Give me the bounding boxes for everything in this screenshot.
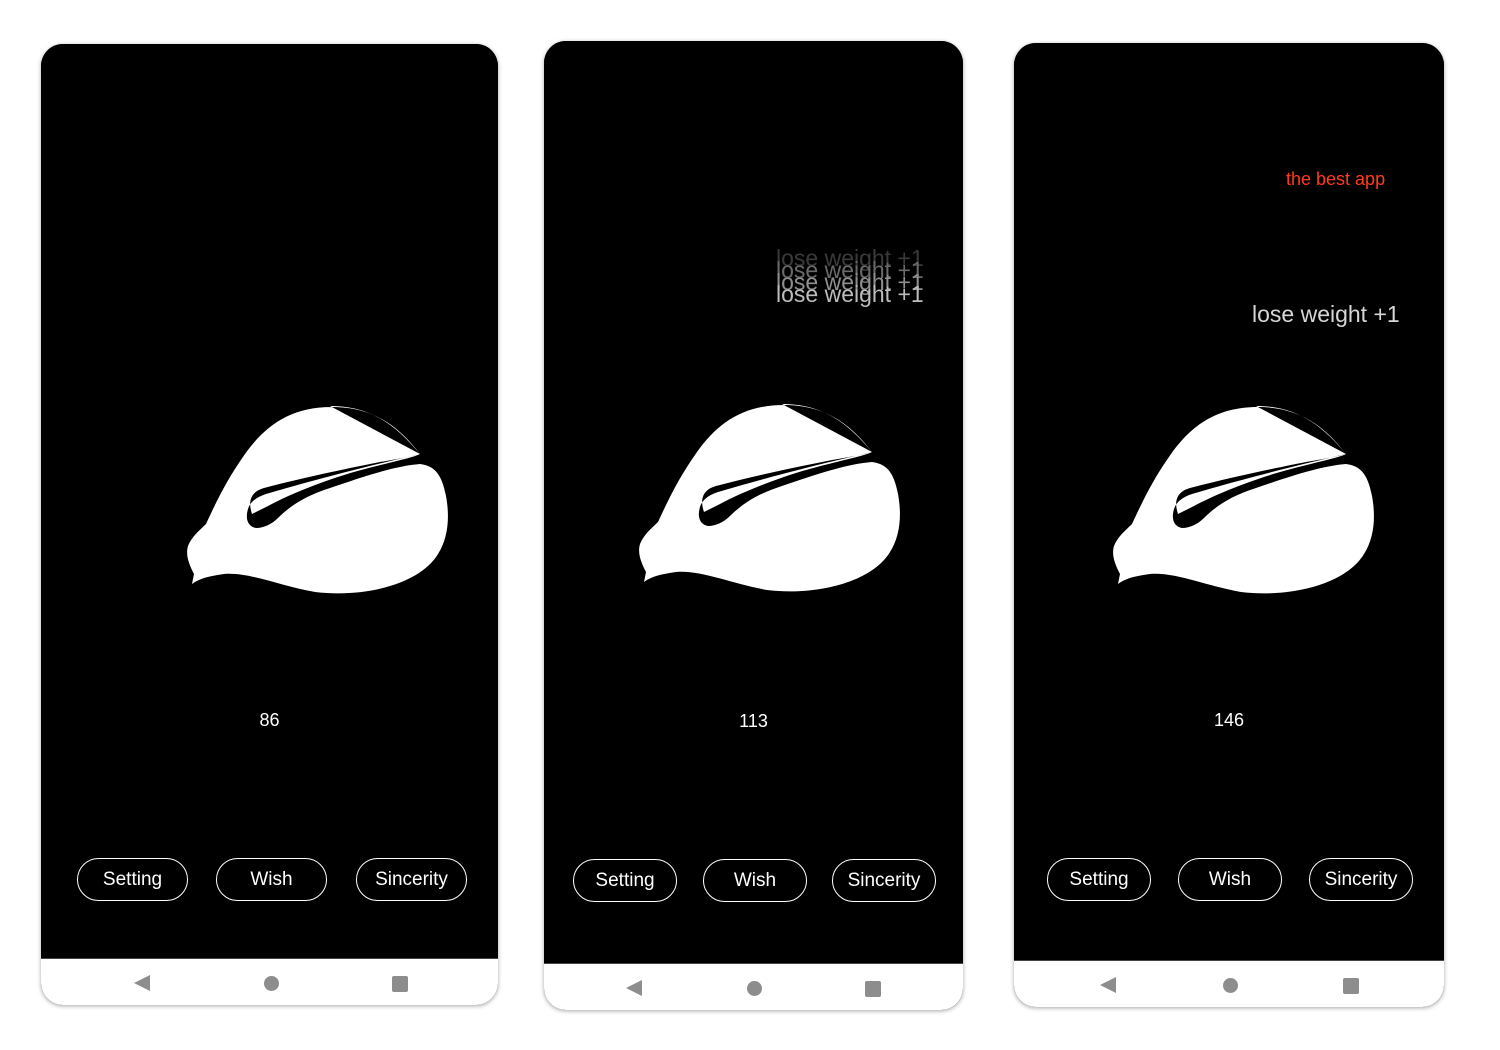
merit-counter: 113 [739, 711, 768, 731]
phone-screen-2: lose weight +1 lose weight +1 lose weigh… [544, 41, 963, 1010]
back-triangle-icon[interactable] [134, 975, 150, 991]
recents-square-icon[interactable] [392, 976, 408, 992]
home-circle-icon[interactable] [747, 981, 762, 996]
merit-counter: 146 [1213, 710, 1245, 730]
wish-button[interactable]: Wish [703, 859, 807, 902]
wooden-fish-logo[interactable] [1106, 406, 1386, 606]
setting-button[interactable]: Setting [1047, 858, 1151, 901]
sincerity-button[interactable]: Sincerity [832, 859, 936, 902]
phone-screen-3: the best app lose weight +1 146 Setting … [1014, 43, 1444, 1007]
home-circle-icon[interactable] [1223, 978, 1238, 993]
android-nav-bar [544, 963, 963, 1010]
floating-merit-text: lose weight +1 [1252, 301, 1400, 327]
android-nav-bar [41, 958, 498, 1005]
android-nav-bar [1014, 960, 1444, 1007]
wooden-fish-logo[interactable] [180, 406, 460, 606]
app-screen: lose weight +1 lose weight +1 lose weigh… [544, 41, 963, 964]
phone-screen-1: 86 Setting Wish Sincerity [41, 44, 498, 1005]
tagline-text: the best app [1286, 169, 1386, 189]
app-screen: 86 Setting Wish Sincerity [41, 44, 498, 959]
wish-button[interactable]: Wish [216, 858, 327, 901]
app-screen: the best app lose weight +1 146 Setting … [1014, 43, 1444, 961]
home-circle-icon[interactable] [264, 976, 279, 991]
recents-square-icon[interactable] [1343, 978, 1359, 994]
floating-merit-text: lose weight +1 [776, 281, 924, 307]
back-triangle-icon[interactable] [626, 980, 642, 996]
sincerity-button[interactable]: Sincerity [1309, 858, 1413, 901]
merit-counter: 86 [259, 710, 280, 730]
back-triangle-icon[interactable] [1100, 977, 1116, 993]
wooden-fish-logo[interactable] [632, 404, 912, 604]
wish-button[interactable]: Wish [1178, 858, 1282, 901]
setting-button[interactable]: Setting [77, 858, 188, 901]
recents-square-icon[interactable] [865, 981, 881, 997]
setting-button[interactable]: Setting [573, 859, 677, 902]
sincerity-button[interactable]: Sincerity [356, 858, 467, 901]
